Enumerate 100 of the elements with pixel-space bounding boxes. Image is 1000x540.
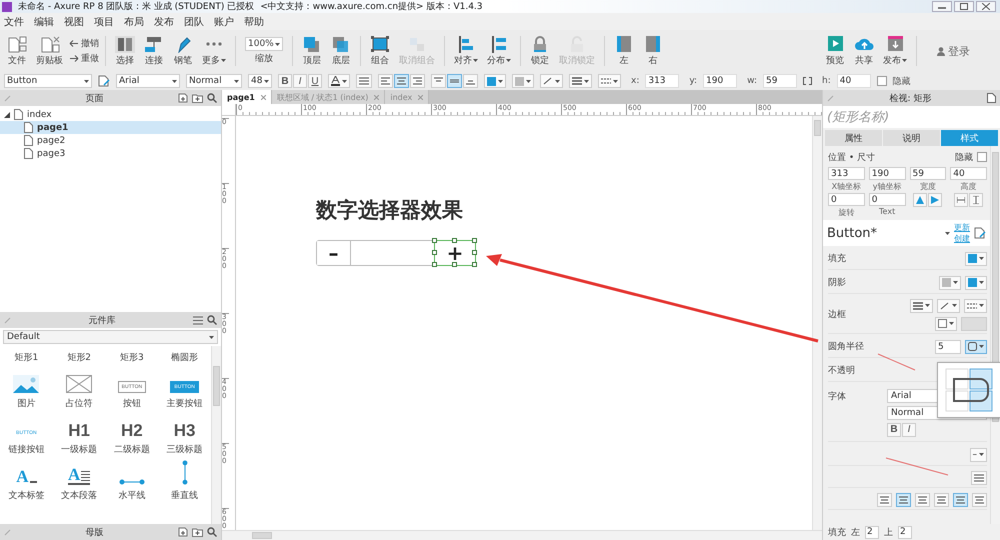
widget-label[interactable]: 矩形1 bbox=[14, 351, 38, 364]
menu-item[interactable]: 视图 bbox=[64, 14, 84, 28]
left-button[interactable]: 左 bbox=[611, 35, 637, 67]
login-button[interactable]: 登录 bbox=[931, 42, 976, 60]
widget-label[interactable]: 按钮 bbox=[122, 397, 141, 410]
library-select[interactable]: Default bbox=[3, 330, 218, 344]
menu-item[interactable]: 发布 bbox=[154, 14, 174, 28]
checkbox[interactable] bbox=[876, 76, 887, 86]
valign-button[interactable] bbox=[447, 74, 462, 88]
preview-button[interactable]: 预览 bbox=[822, 35, 848, 67]
page-tree-item[interactable]: page1 bbox=[0, 121, 221, 134]
menu-item[interactable]: 项目 bbox=[94, 14, 114, 28]
redo-button[interactable]: 重做 bbox=[69, 52, 99, 65]
align-button[interactable] bbox=[378, 74, 393, 88]
page-tree-item[interactable]: page3 bbox=[0, 147, 221, 160]
fill-color-dropdown[interactable] bbox=[965, 252, 987, 266]
widget-label[interactable]: 矩形2 bbox=[67, 351, 91, 364]
spacing-dropdown[interactable]: – bbox=[970, 448, 987, 462]
border-width-dropdown[interactable] bbox=[910, 298, 933, 312]
border-color-dropdown[interactable] bbox=[937, 298, 960, 312]
fit-width-button[interactable] bbox=[954, 193, 968, 207]
tab[interactable]: 说明 bbox=[883, 130, 940, 146]
search-icon[interactable] bbox=[207, 527, 217, 537]
more-button[interactable]: 更多 bbox=[199, 35, 229, 67]
widget-style-select[interactable]: Button bbox=[4, 74, 92, 88]
plus-button[interactable]: + bbox=[435, 241, 475, 265]
align-button[interactable] bbox=[934, 492, 949, 506]
align-button[interactable] bbox=[896, 492, 911, 506]
right-button[interactable]: 右 bbox=[640, 35, 666, 67]
shadow-dropdown[interactable] bbox=[512, 74, 534, 88]
add-folder-icon[interactable] bbox=[192, 527, 203, 537]
close-button[interactable] bbox=[976, 1, 996, 12]
search-icon[interactable] bbox=[207, 315, 217, 325]
number-input[interactable]: 313 bbox=[828, 167, 865, 180]
widget-label[interactable]: 主要按钮 bbox=[166, 397, 203, 410]
align-button[interactable] bbox=[915, 492, 930, 506]
pen-button[interactable]: 钢笔 bbox=[170, 35, 196, 67]
valign-button[interactable] bbox=[463, 74, 478, 88]
menu-item[interactable]: 帮助 bbox=[244, 14, 264, 28]
edit-style-icon[interactable] bbox=[974, 227, 986, 239]
font-color-dropdown[interactable] bbox=[328, 74, 350, 88]
widget-label[interactable]: 链接按钮 bbox=[8, 443, 44, 456]
flip-button[interactable] bbox=[913, 193, 928, 207]
widget-label[interactable]: 椭圆形 bbox=[171, 351, 198, 364]
bold-button[interactable]: B bbox=[278, 74, 292, 88]
clipboard-button[interactable]: 剪贴板 bbox=[33, 35, 66, 67]
number-input[interactable]: 0 bbox=[868, 193, 906, 206]
widget-label[interactable]: 垂直线 bbox=[171, 489, 198, 502]
italic-button[interactable]: I bbox=[902, 422, 916, 436]
align-button[interactable] bbox=[877, 492, 892, 506]
align-button[interactable] bbox=[953, 492, 968, 506]
widget-label[interactable]: 三级标题 bbox=[166, 443, 203, 456]
page-tree-item[interactable]: index bbox=[0, 108, 221, 121]
add-page-icon[interactable] bbox=[178, 93, 188, 103]
undo-button[interactable]: 撤销 bbox=[69, 37, 99, 50]
bullets-button[interactable] bbox=[971, 470, 987, 484]
widget-label[interactable]: 矩形3 bbox=[120, 351, 144, 364]
number-input[interactable]: 0 bbox=[828, 193, 865, 206]
corner-dropdown[interactable] bbox=[965, 340, 987, 354]
align-button[interactable] bbox=[410, 74, 425, 88]
geometry-input[interactable]: 313 bbox=[645, 74, 680, 88]
bullets-button[interactable] bbox=[356, 74, 372, 88]
share-button[interactable]: 共享 bbox=[851, 35, 877, 67]
maximize-button[interactable] bbox=[954, 1, 974, 12]
widget-label[interactable]: 二级标题 bbox=[114, 443, 150, 456]
menu-item[interactable]: 文件 bbox=[4, 14, 24, 28]
underline-button[interactable]: U bbox=[308, 74, 322, 88]
minimize-button[interactable] bbox=[932, 1, 952, 12]
border-color-dropdown[interactable] bbox=[540, 74, 563, 88]
border-visibility-dropdown[interactable] bbox=[935, 316, 957, 330]
fit-height-button[interactable] bbox=[969, 193, 984, 207]
widget-label[interactable]: 一级标题 bbox=[61, 443, 98, 456]
font-select[interactable]: Arial bbox=[116, 74, 180, 88]
border-width-dropdown[interactable] bbox=[569, 74, 592, 88]
zoom-control[interactable]: 100% 缩放 bbox=[242, 37, 286, 65]
bold-button[interactable]: B bbox=[887, 422, 901, 436]
edit-style-icon[interactable] bbox=[98, 75, 110, 87]
widget-label[interactable]: 水平线 bbox=[118, 489, 146, 502]
valign-button[interactable] bbox=[431, 74, 446, 88]
page-tree-item[interactable]: page2 bbox=[0, 134, 221, 147]
connect-button[interactable]: 连接 bbox=[141, 35, 167, 67]
widget-label[interactable]: 文本段落 bbox=[61, 489, 98, 502]
radius-input[interactable]: 5 bbox=[935, 340, 961, 354]
tab[interactable]: page1 bbox=[222, 90, 272, 104]
checkbox[interactable] bbox=[977, 152, 987, 162]
flip-button[interactable] bbox=[928, 193, 942, 207]
number-input[interactable]: 40 bbox=[950, 167, 987, 180]
menu-item[interactable]: 团队 bbox=[184, 14, 204, 28]
group-button[interactable]: 组合 bbox=[367, 35, 393, 67]
shadow-color-dropdown[interactable] bbox=[965, 276, 987, 290]
geometry-input[interactable]: 40 bbox=[836, 74, 871, 88]
font-size-select[interactable]: 48 bbox=[248, 74, 272, 88]
align-button[interactable]: 对齐 bbox=[451, 35, 481, 67]
select-button[interactable]: 选择 bbox=[112, 35, 138, 67]
widget-label[interactable]: 图片 bbox=[17, 397, 36, 410]
border-pattern-dropdown[interactable] bbox=[598, 74, 621, 88]
file-button[interactable]: 文件 bbox=[4, 35, 30, 67]
front-button[interactable]: 顶层 bbox=[299, 35, 325, 67]
align-button[interactable] bbox=[972, 492, 987, 506]
widget-label[interactable]: 文本标签 bbox=[8, 489, 44, 502]
